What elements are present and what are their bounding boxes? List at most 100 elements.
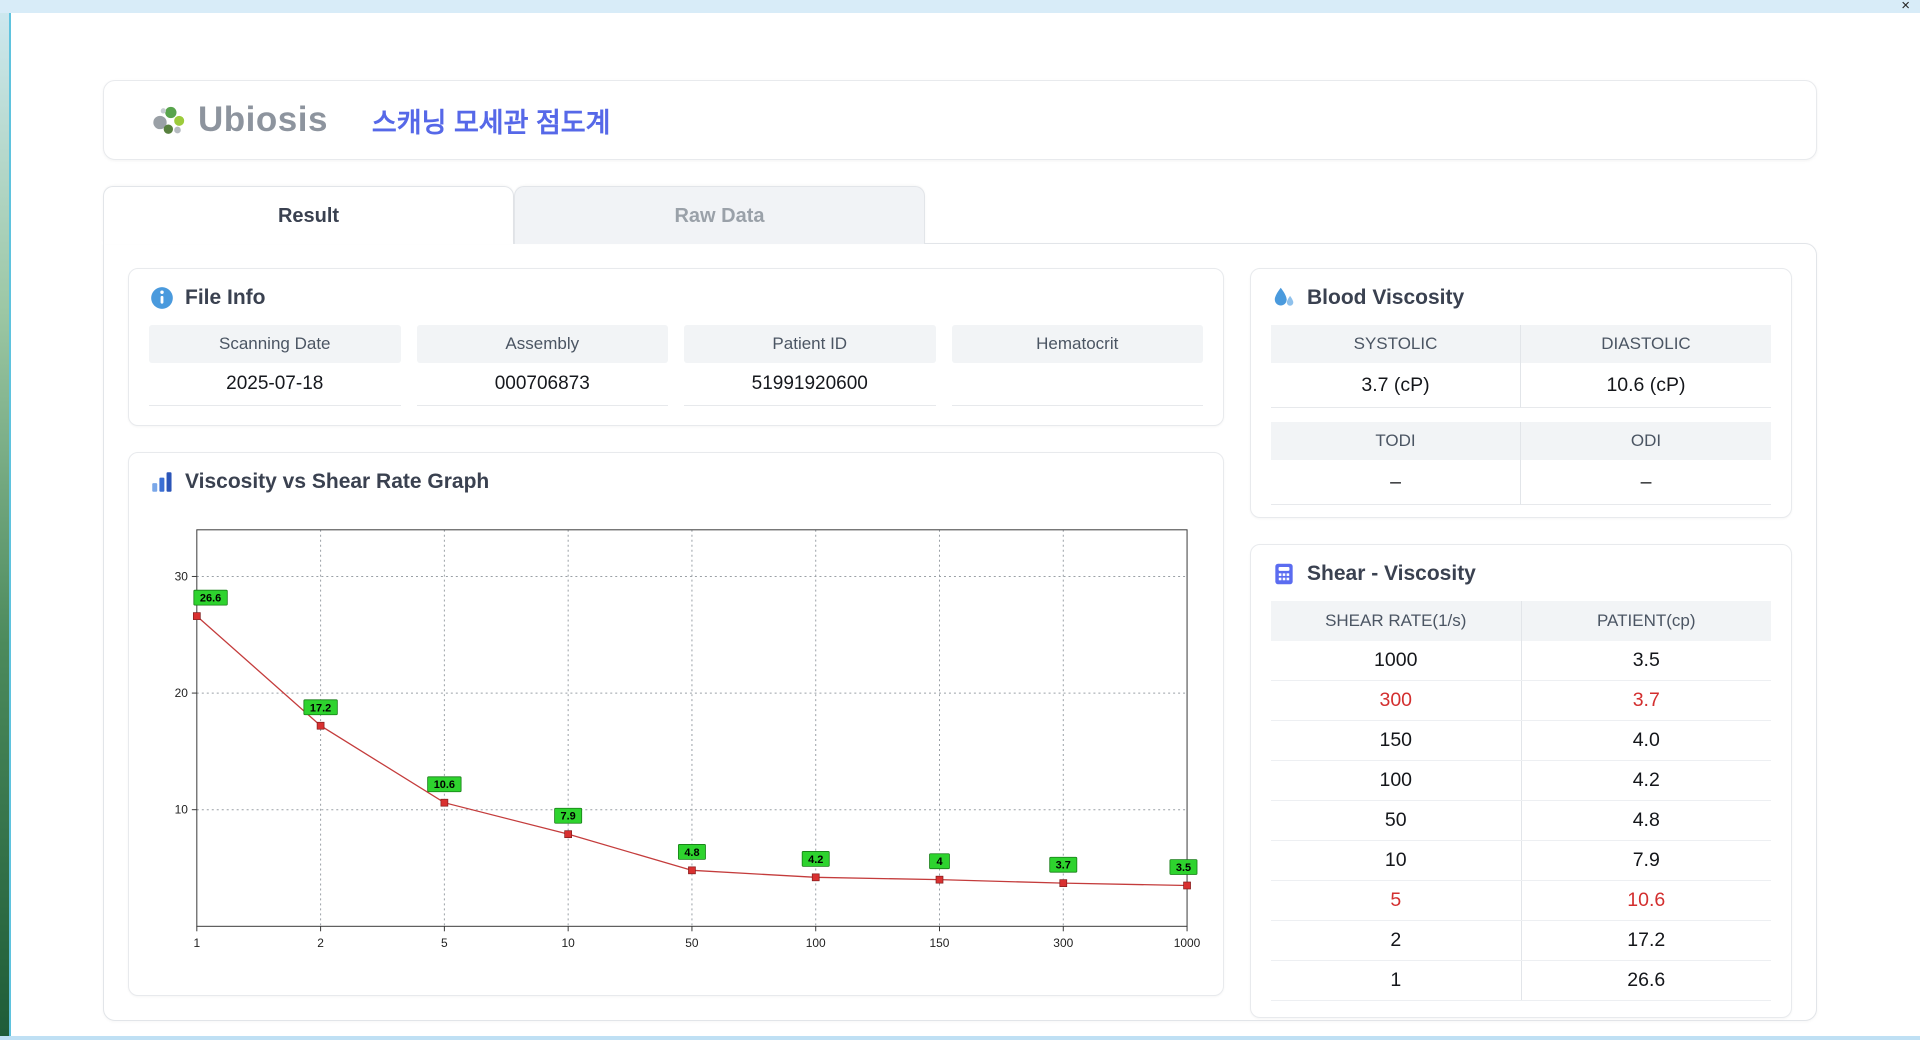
shear-viscosity-title: Shear - Viscosity bbox=[1307, 562, 1476, 585]
left-column: File Info Scanning Date 2025-07-18 Assem… bbox=[128, 268, 1224, 996]
shear-viscosity-card: Shear - Viscosity SHEAR RATE(1/s) PATIEN… bbox=[1250, 544, 1792, 1018]
shear-cell: 10 bbox=[1271, 840, 1522, 881]
patient-cell: 7.9 bbox=[1521, 840, 1771, 881]
window-bottom-border bbox=[0, 1036, 1920, 1040]
svg-text:1: 1 bbox=[193, 936, 200, 950]
shear-table-row: 1000 3.5 bbox=[1271, 641, 1771, 681]
svg-text:4.8: 4.8 bbox=[684, 847, 699, 859]
droplet-icon bbox=[1274, 287, 1294, 306]
bv-label-todi: TODI bbox=[1271, 422, 1521, 460]
svg-text:150: 150 bbox=[930, 936, 950, 950]
shear-cell: 300 bbox=[1271, 680, 1522, 721]
shear-cell: 2 bbox=[1271, 920, 1522, 961]
graph-header: Viscosity vs Shear Rate Graph bbox=[149, 469, 1203, 495]
graph-card: Viscosity vs Shear Rate Graph 1 2 5 10 50 100… bbox=[128, 452, 1224, 996]
shear-table-row: 5 10.6 bbox=[1271, 880, 1771, 921]
bv-value-systolic: 3.7 (cP) bbox=[1271, 363, 1521, 408]
svg-text:17.2: 17.2 bbox=[310, 702, 331, 714]
field-hematocrit: Hematocrit bbox=[951, 325, 1203, 406]
field-label: Assembly bbox=[416, 325, 668, 363]
bv-value-odi: – bbox=[1521, 460, 1771, 505]
calculator-icon bbox=[1275, 563, 1293, 585]
tab-raw-data[interactable]: Raw Data bbox=[514, 186, 925, 244]
svg-text:3.7: 3.7 bbox=[1056, 860, 1071, 872]
desktop-background-strip bbox=[0, 0, 9, 1040]
main-panel: File Info Scanning Date 2025-07-18 Assem… bbox=[103, 243, 1817, 1021]
window-close-button[interactable]: × bbox=[1901, 0, 1910, 13]
shear-table: SHEAR RATE(1/s) PATIENT(cp) 1000 3.5 300 3… bbox=[1271, 601, 1771, 1001]
svg-text:1000: 1000 bbox=[1174, 936, 1201, 950]
app-title: 스캐닝 모세관 점도계 bbox=[371, 107, 611, 138]
field-patient-id: Patient ID 51991920600 bbox=[684, 325, 936, 406]
field-value: 51991920600 bbox=[684, 363, 936, 406]
bv-value-diastolic: 10.6 (cP) bbox=[1521, 363, 1771, 408]
field-scanning-date: Scanning Date 2025-07-18 bbox=[149, 325, 401, 406]
patient-cell: 26.6 bbox=[1521, 960, 1771, 1001]
file-info-fields: Scanning Date 2025-07-18 Assembly 000706… bbox=[149, 325, 1203, 406]
patient-cell: 4.0 bbox=[1521, 720, 1771, 761]
shear-table-row: 50 4.8 bbox=[1271, 800, 1771, 841]
svg-text:10: 10 bbox=[562, 936, 576, 950]
svg-text:20: 20 bbox=[175, 686, 189, 700]
field-assembly: Assembly 000706873 bbox=[416, 325, 668, 406]
graph-title: Viscosity vs Shear Rate Graph bbox=[185, 470, 490, 493]
shear-cell: 50 bbox=[1271, 800, 1522, 841]
logo-dots-icon bbox=[153, 106, 185, 134]
bv-label-diastolic: DIASTOLIC bbox=[1521, 325, 1771, 363]
shear-cell: 1000 bbox=[1271, 641, 1522, 681]
patient-column-header: PATIENT(cp) bbox=[1521, 601, 1771, 641]
viscosity-chart: 1 2 5 10 50 100 150 300 1000 10 20 30 26.6 17.2 10.6 7.… bbox=[149, 509, 1203, 979]
shear-table-row: 300 3.7 bbox=[1271, 680, 1771, 721]
file-info-header: File Info bbox=[149, 285, 1203, 311]
svg-text:5: 5 bbox=[441, 936, 448, 950]
file-info-title: File Info bbox=[185, 286, 266, 309]
svg-text:7.9: 7.9 bbox=[561, 811, 576, 823]
bv-label-systolic: SYSTOLIC bbox=[1271, 325, 1521, 363]
svg-text:50: 50 bbox=[685, 936, 699, 950]
bv-label-odi: ODI bbox=[1521, 422, 1771, 460]
bar-chart-icon bbox=[152, 472, 172, 492]
shear-table-row: 100 4.2 bbox=[1271, 760, 1771, 801]
svg-text:10.6: 10.6 bbox=[434, 779, 455, 791]
shear-cell: 100 bbox=[1271, 760, 1522, 801]
svg-text:4: 4 bbox=[936, 856, 943, 868]
svg-text:4.2: 4.2 bbox=[808, 854, 823, 866]
right-column: Blood Viscosity SYSTOLIC DIASTOLIC 3.7 (… bbox=[1250, 268, 1792, 1018]
field-value bbox=[951, 363, 1203, 406]
tab-bar: Result Raw Data bbox=[103, 186, 1817, 244]
bv-value-todi: – bbox=[1271, 460, 1521, 505]
patient-cell: 10.6 bbox=[1521, 880, 1771, 921]
shear-table-header-row: SHEAR RATE(1/s) PATIENT(cp) bbox=[1271, 601, 1771, 641]
blood-viscosity-title: Blood Viscosity bbox=[1307, 286, 1465, 309]
svg-text:2: 2 bbox=[317, 936, 324, 950]
app-window: Ubiosis 스캐닝 모세관 점도계 Result Raw Data File… bbox=[103, 13, 1817, 1021]
patient-cell: 4.8 bbox=[1521, 800, 1771, 841]
logo-text: Ubiosis bbox=[198, 100, 328, 139]
window-titlebar: × bbox=[0, 0, 1920, 13]
field-value: 2025-07-18 bbox=[149, 363, 401, 406]
shear-cell: 150 bbox=[1271, 720, 1522, 761]
shear-table-row: 10 7.9 bbox=[1271, 840, 1771, 881]
patient-cell: 4.2 bbox=[1521, 760, 1771, 801]
svg-text:3.5: 3.5 bbox=[1176, 862, 1191, 874]
field-value: 000706873 bbox=[416, 363, 668, 406]
shear-rate-column-header: SHEAR RATE(1/s) bbox=[1271, 601, 1522, 641]
field-label: Scanning Date bbox=[149, 325, 401, 363]
shear-viscosity-header: Shear - Viscosity bbox=[1271, 561, 1771, 587]
shear-cell: 5 bbox=[1271, 880, 1522, 921]
tab-result[interactable]: Result bbox=[103, 186, 514, 244]
shear-table-row: 150 4.0 bbox=[1271, 720, 1771, 761]
shear-cell: 1 bbox=[1271, 960, 1522, 1001]
svg-text:10: 10 bbox=[175, 803, 189, 817]
svg-text:300: 300 bbox=[1053, 936, 1073, 950]
logo: Ubiosis bbox=[148, 100, 328, 140]
svg-text:100: 100 bbox=[806, 936, 826, 950]
info-icon bbox=[151, 287, 173, 309]
svg-text:30: 30 bbox=[175, 569, 189, 583]
app-header: Ubiosis 스캐닝 모세관 점도계 bbox=[103, 80, 1817, 160]
blood-viscosity-card: Blood Viscosity SYSTOLIC DIASTOLIC 3.7 (… bbox=[1250, 268, 1792, 518]
field-label: Patient ID bbox=[684, 325, 936, 363]
field-label: Hematocrit bbox=[951, 325, 1203, 363]
window-left-border bbox=[9, 0, 11, 1040]
blood-viscosity-grid: SYSTOLIC DIASTOLIC 3.7 (cP) 10.6 (cP) TO… bbox=[1271, 325, 1771, 505]
